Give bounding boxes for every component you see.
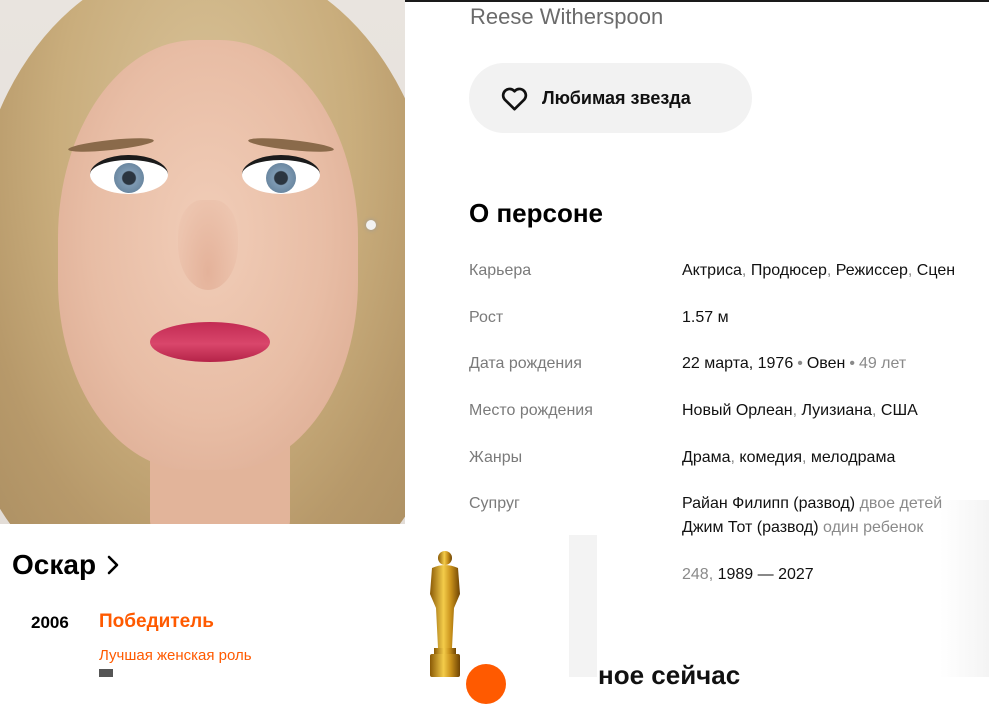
- spouse-link[interactable]: Райан Филипп (развод): [682, 495, 855, 512]
- films-summary[interactable]: 248, 1989 — 2027: [682, 566, 814, 584]
- spouse-entry: Райан Филипп (развод) двое детей: [682, 495, 942, 513]
- oscar-title: Оскар: [12, 549, 97, 580]
- award-year: 2006: [31, 613, 69, 632]
- info-value: Драма, комедия, мелодрама: [682, 449, 896, 466]
- career-link[interactable]: Актриса: [682, 262, 742, 279]
- age-value: 49 лет: [858, 355, 907, 372]
- award-status: Победитель: [99, 611, 214, 632]
- chevron-right-icon: [107, 555, 119, 575]
- person-photo: [0, 0, 405, 524]
- info-label: Карьера: [469, 262, 532, 279]
- about-person-title: О персоне: [469, 198, 603, 228]
- spouse-link[interactable]: Джим Тот (развод): [682, 519, 819, 536]
- films-count: 248: [682, 566, 709, 583]
- info-label: Жанры: [469, 449, 523, 466]
- spouse-entry: Джим Тот (развод) один ребенок: [682, 519, 923, 537]
- birth-city-link[interactable]: Новый Орлеан: [682, 402, 793, 419]
- info-label: Супруг: [469, 495, 520, 512]
- info-value: Актриса, Продюсер, Режиссер, Сцен: [682, 262, 956, 279]
- favorite-star-button[interactable]: Любимая звезда: [469, 63, 752, 133]
- info-label: Место рождения: [469, 402, 593, 419]
- orange-badge: [466, 664, 506, 704]
- birth-date-link[interactable]: 22 марта, 1976: [682, 355, 793, 372]
- career-link[interactable]: Продюсер: [751, 262, 827, 279]
- info-label: Дата рождения: [469, 355, 582, 372]
- section-heading-partial: ное сейчас: [598, 660, 741, 690]
- height-value: 1.57 м: [682, 309, 729, 326]
- award-category-link[interactable]: Лучшая женская роль: [99, 647, 252, 664]
- info-value: 22 марта, 1976 • Овен • 49 лет: [682, 355, 907, 372]
- info-label: Рост: [469, 309, 504, 326]
- career-link[interactable]: Режиссер: [836, 262, 908, 279]
- oscar-statue-icon: [430, 551, 460, 677]
- oscar-section-link[interactable]: Оскар: [12, 549, 120, 581]
- spouse-note: двое детей: [859, 495, 943, 512]
- info-value: Новый Орлеан, Луизиана, США: [682, 402, 918, 419]
- favorite-star-label: Любимая звезда: [542, 87, 691, 108]
- birth-country-link[interactable]: США: [881, 402, 918, 419]
- genre-link[interactable]: комедия: [739, 449, 802, 466]
- career-link[interactable]: Сцен: [917, 262, 955, 279]
- person-original-name: Reese Witherspoon: [470, 4, 664, 29]
- spouse-note: один ребенок: [823, 519, 924, 536]
- birth-region-link[interactable]: Луизиана: [802, 402, 873, 419]
- genre-link[interactable]: мелодрама: [811, 449, 895, 466]
- films-years: 1989 — 2027: [717, 566, 814, 583]
- zodiac-link[interactable]: Овен: [807, 355, 846, 372]
- top-divider: [405, 0, 989, 2]
- genre-link[interactable]: Драма: [682, 449, 731, 466]
- heart-icon: [501, 87, 528, 111]
